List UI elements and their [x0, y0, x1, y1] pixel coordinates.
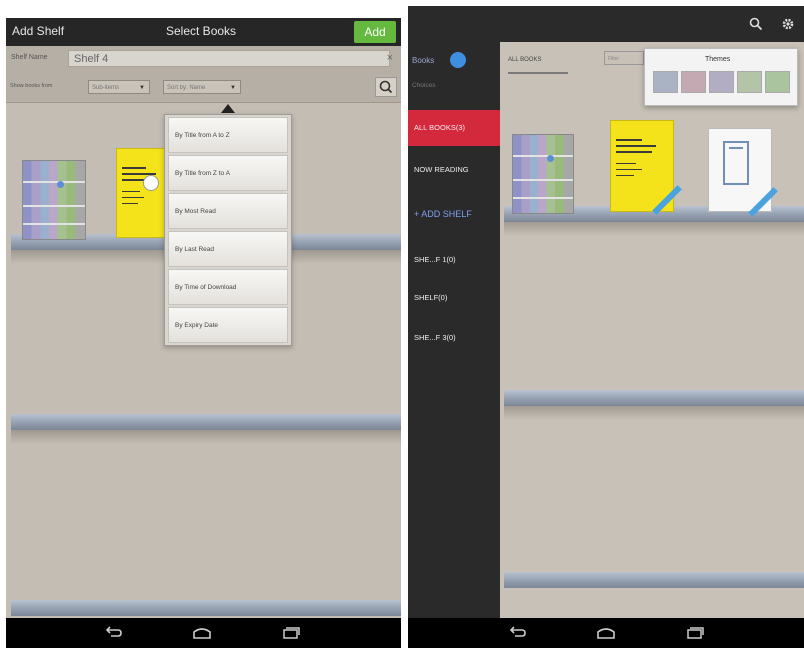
tab-indicator	[508, 72, 568, 74]
source-dropdown[interactable]: Sub-items ▼	[88, 80, 150, 94]
cover-band	[23, 205, 85, 207]
cover-text-line	[616, 139, 642, 141]
library-screen: Books Choices ALL BOOKS(3) NOW READING +…	[408, 6, 804, 648]
cover-band	[513, 155, 573, 157]
cover-emblem	[547, 155, 554, 162]
shelf-shadow	[504, 222, 804, 236]
top-bar	[408, 6, 804, 42]
sidebar-item-shelf-3[interactable]: SHE...F 3(0)	[408, 320, 500, 356]
tab-all-books[interactable]: ALL BOOKS	[508, 57, 541, 63]
shelf	[504, 572, 804, 588]
cover-text-line	[122, 191, 140, 192]
home-icon[interactable]	[192, 625, 212, 641]
cover-band	[513, 197, 573, 199]
sort-option[interactable]: By Last Read	[168, 231, 288, 267]
add-button[interactable]: Add	[354, 21, 396, 43]
sidebar-item-add-shelf[interactable]: + ADD SHELF	[408, 196, 500, 232]
theme-swatch[interactable]	[765, 71, 790, 93]
recent-apps-icon[interactable]	[684, 625, 704, 641]
search-button[interactable]	[375, 77, 397, 97]
cover-band	[513, 179, 573, 181]
screen-title: Add Shelf	[12, 24, 65, 38]
sidebar-item-shelf-2[interactable]: SHELF(0)	[408, 280, 500, 316]
sort-option[interactable]: By Most Read	[168, 193, 288, 229]
sidebar-item-shelf-1[interactable]: SHE...F 1(0)	[408, 242, 500, 278]
recent-apps-icon[interactable]	[280, 625, 300, 641]
search-icon	[379, 80, 393, 94]
sort-menu: By Title from A to Z By Title from Z to …	[164, 114, 292, 346]
shelf-name-input[interactable]: Shelf 4	[68, 50, 390, 67]
themes-title: Themes	[705, 56, 731, 63]
header-bar: Add Shelf Select Books Add	[6, 18, 401, 46]
cover-text-line	[616, 151, 652, 153]
chevron-down-icon: ▼	[230, 85, 236, 91]
cover-text-line	[616, 175, 634, 176]
clear-icon[interactable]: ×	[387, 52, 393, 64]
theme-swatch[interactable]	[653, 71, 678, 93]
cover-text-line	[616, 145, 656, 147]
sort-dropdown-value: Sort by: Name	[167, 85, 206, 91]
header-subtitle: Select Books	[166, 24, 237, 38]
book-cover[interactable]	[610, 120, 682, 215]
show-books-label: Show books from	[10, 83, 53, 89]
shelf	[11, 414, 401, 430]
sort-option[interactable]: By Title from A to Z	[168, 117, 288, 153]
cover-text-line	[616, 169, 642, 170]
gear-icon[interactable]	[780, 16, 796, 32]
selection-indicator[interactable]	[143, 175, 159, 191]
theme-swatch[interactable]	[709, 71, 734, 93]
sort-option[interactable]: By Time of Download	[168, 269, 288, 305]
back-icon[interactable]	[104, 625, 124, 641]
book-cover[interactable]	[512, 134, 574, 214]
brand-logo-text: Books	[412, 56, 435, 65]
system-nav-bar	[6, 618, 401, 648]
cover-text-line	[616, 163, 636, 164]
sort-row: Show books from Sub-items ▼ Sort by: Nam…	[6, 72, 401, 103]
cover-band	[23, 181, 85, 183]
menu-pointer	[221, 104, 235, 113]
sort-option[interactable]: By Title from Z to A	[168, 155, 288, 191]
cover-text-line	[729, 147, 743, 149]
system-nav-bar	[408, 618, 804, 648]
back-icon[interactable]	[508, 625, 528, 641]
book-cover[interactable]	[116, 148, 168, 238]
cover-text-line	[122, 203, 138, 204]
shelf-name-label: Shelf Name	[11, 54, 48, 61]
brand-logo-icon	[450, 52, 466, 68]
book-cover[interactable]	[22, 160, 86, 240]
search-icon[interactable]	[748, 16, 764, 32]
home-icon[interactable]	[596, 625, 616, 641]
cover-band	[23, 223, 85, 225]
shelf-shadow	[11, 430, 401, 444]
cover-text-line	[122, 197, 144, 198]
sidebar-item-all-books[interactable]: ALL BOOKS(3)	[408, 110, 500, 146]
book-cover[interactable]	[708, 128, 778, 217]
chevron-down-icon: ▼	[139, 85, 145, 91]
source-dropdown-value: Sub-items	[92, 85, 120, 91]
shelf-name-row: Shelf Name Shelf 4 ×	[6, 46, 401, 72]
cover-text-line	[122, 167, 146, 169]
theme-swatch[interactable]	[737, 71, 762, 93]
shelf	[504, 390, 804, 406]
sidebar: Books Choices ALL BOOKS(3) NOW READING +…	[408, 42, 500, 618]
sort-dropdown[interactable]: Sort by: Name ▼	[163, 80, 241, 94]
sort-option[interactable]: By Expiry Date	[168, 307, 288, 343]
sidebar-item-now-reading[interactable]: NOW READING	[408, 152, 500, 188]
theme-swatch[interactable]	[681, 71, 706, 93]
shelf	[11, 600, 401, 616]
add-shelf-screen: Add Shelf Select Books Add Shelf Name Sh…	[6, 18, 401, 648]
cover-emblem	[57, 181, 64, 188]
shelf-shadow	[504, 406, 804, 420]
themes-popup: Themes	[644, 48, 798, 106]
filter-input[interactable]: Filter	[604, 51, 644, 65]
brand-subtitle: Choices	[412, 82, 436, 89]
